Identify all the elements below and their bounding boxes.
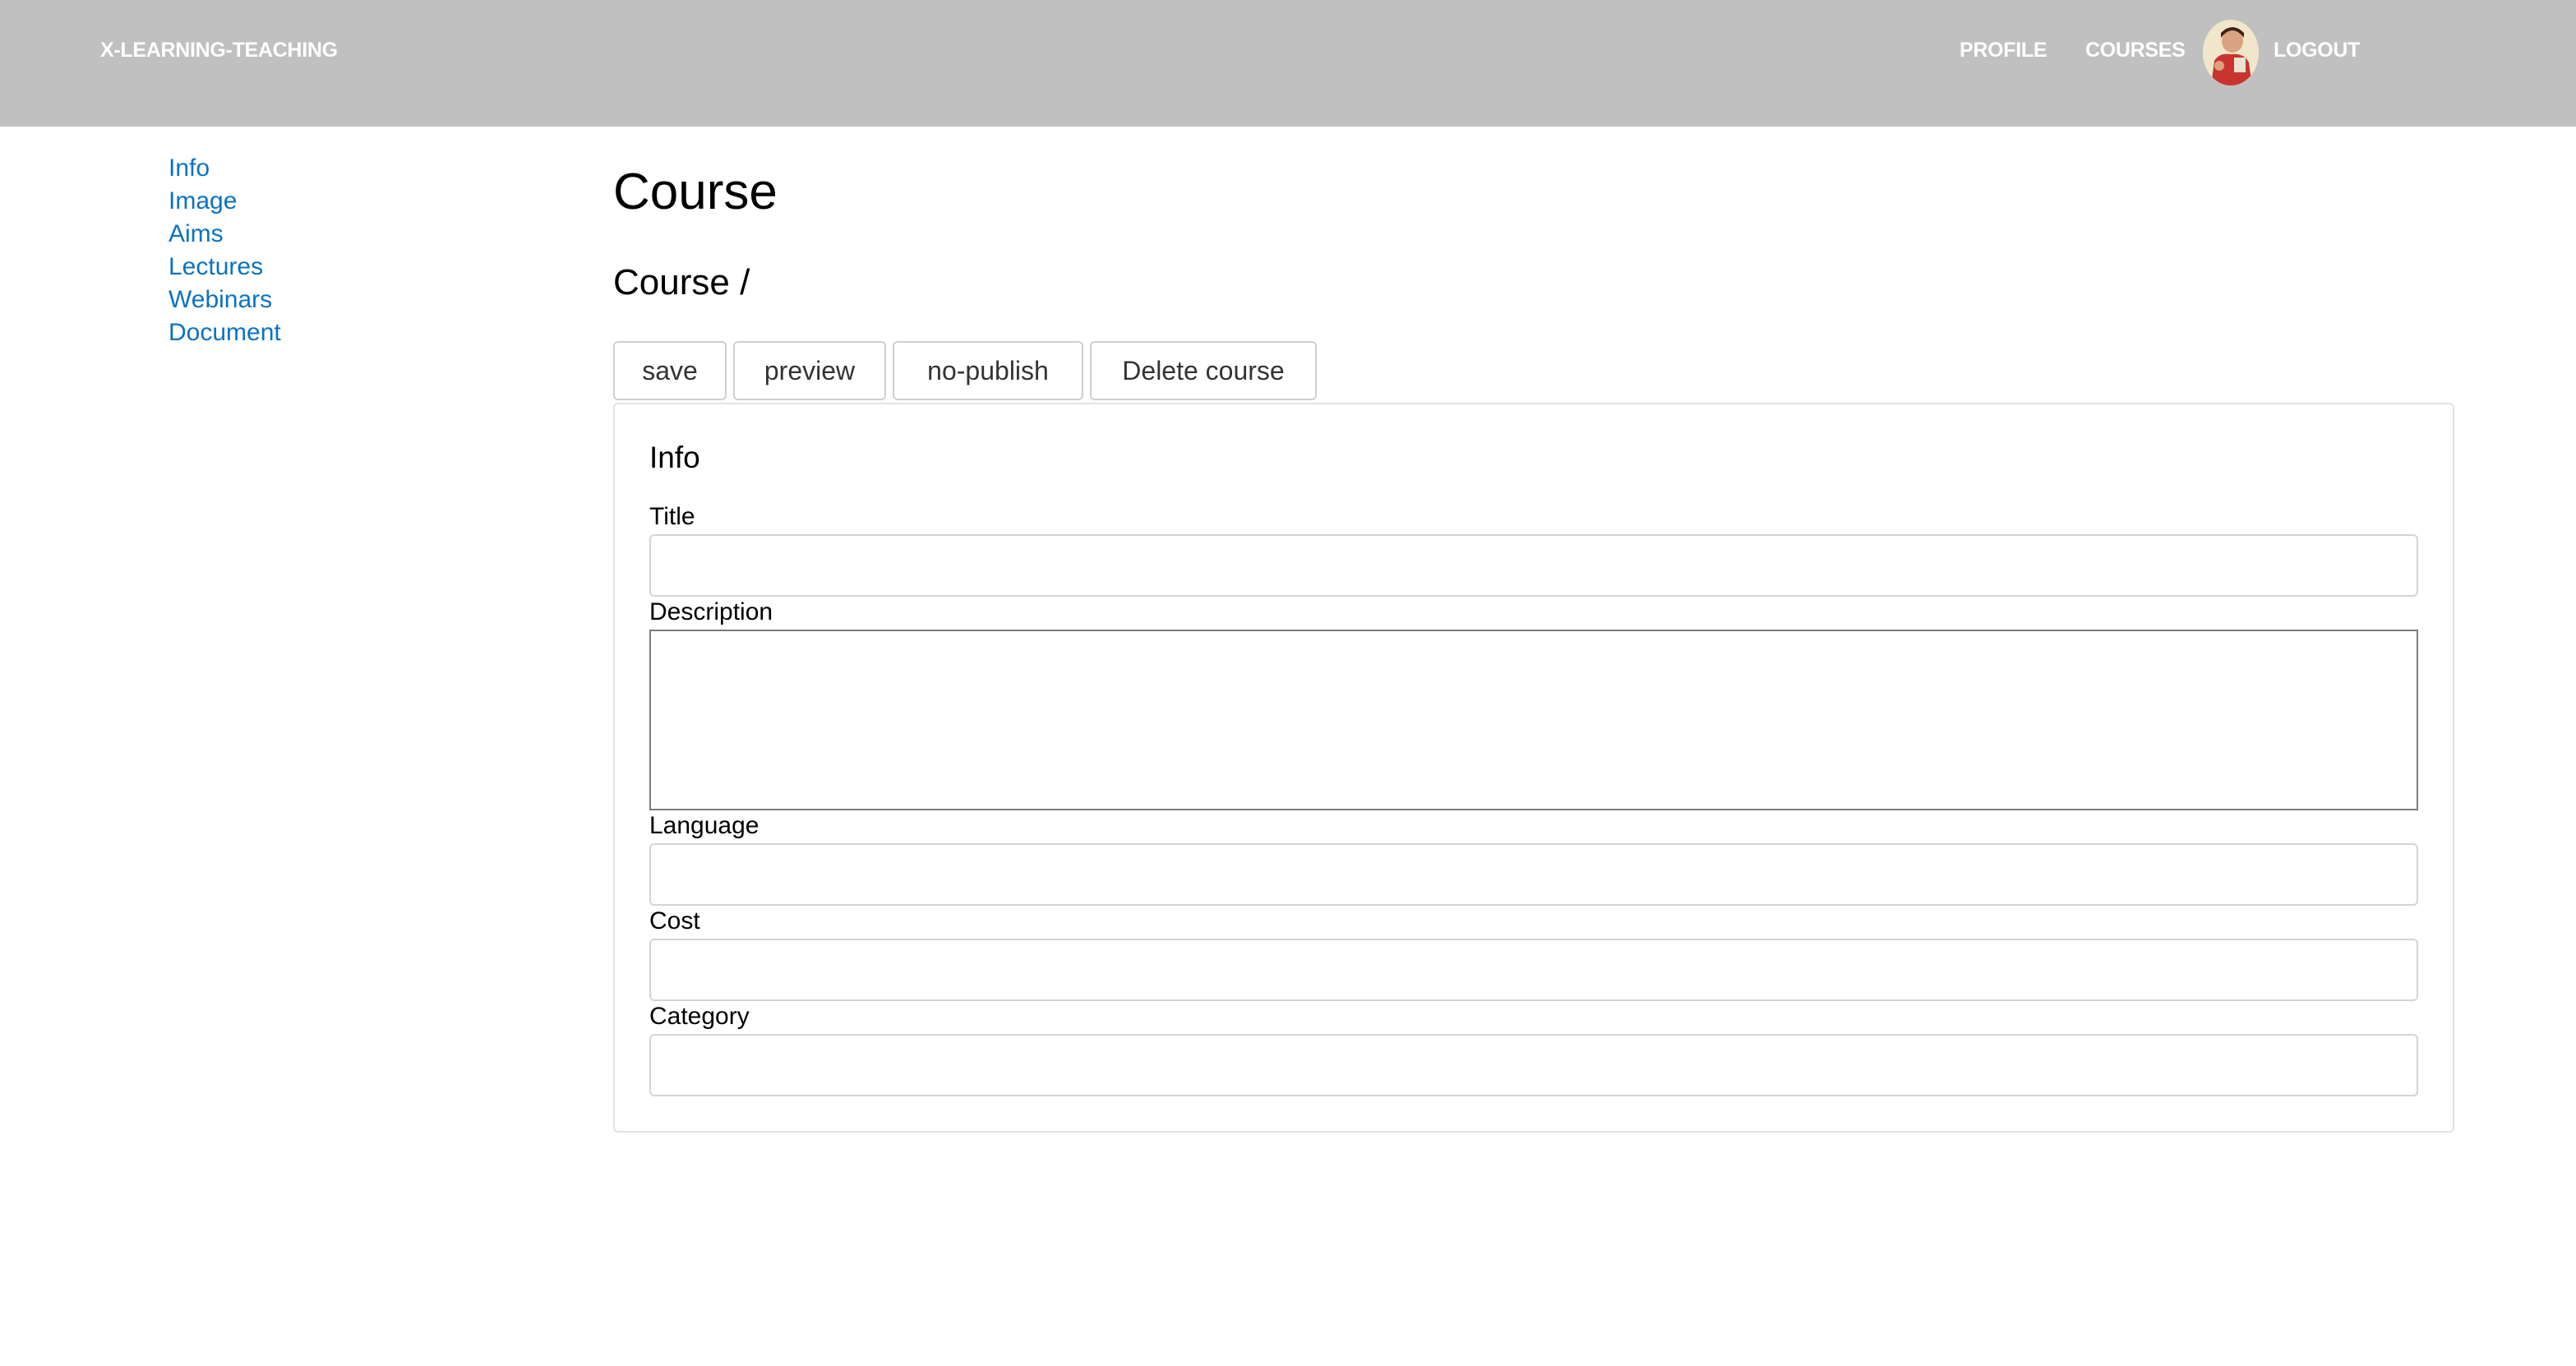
- category-label: Category: [649, 1003, 750, 1030]
- user-avatar-icon[interactable]: [2203, 20, 2259, 85]
- title-field[interactable]: [649, 534, 2418, 597]
- sidebar-item-info[interactable]: Info: [169, 152, 210, 185]
- brand-logo-text[interactable]: X-LEARNING-TEACHING: [100, 38, 338, 62]
- sidebar-item-lectures[interactable]: Lectures: [169, 251, 263, 284]
- avatar-image: [2203, 20, 2259, 85]
- page-title: Course: [613, 164, 778, 220]
- description-field[interactable]: [649, 630, 2418, 810]
- nav-courses-link[interactable]: COURSES: [2085, 38, 2186, 62]
- delete-course-button[interactable]: Delete course: [1090, 341, 1317, 400]
- description-label: Description: [649, 598, 773, 625]
- breadcrumb: Course /: [613, 262, 750, 302]
- sidebar-item-webinars[interactable]: Webinars: [169, 284, 272, 316]
- category-field[interactable]: [649, 1034, 2418, 1096]
- nav-logout-link[interactable]: LOGOUT: [2274, 38, 2360, 62]
- no-publish-button[interactable]: no-publish: [893, 341, 1083, 400]
- language-field[interactable]: [649, 843, 2418, 906]
- sidebar-item-document[interactable]: Document: [169, 316, 281, 349]
- nav-profile-link[interactable]: PROFILE: [1960, 38, 2047, 62]
- preview-button[interactable]: preview: [733, 341, 886, 400]
- save-button[interactable]: save: [613, 341, 727, 400]
- cost-label: Cost: [649, 907, 700, 935]
- panel-title: Info: [649, 441, 700, 474]
- cost-field[interactable]: [649, 939, 2418, 1001]
- sidebar-item-aims[interactable]: Aims: [169, 218, 224, 251]
- sidebar-item-image[interactable]: Image: [169, 185, 237, 218]
- language-label: Language: [649, 812, 759, 839]
- title-label: Title: [649, 503, 695, 530]
- top-navbar: X-LEARNING-TEACHING PROFILE COURSES LOGO…: [0, 0, 2576, 127]
